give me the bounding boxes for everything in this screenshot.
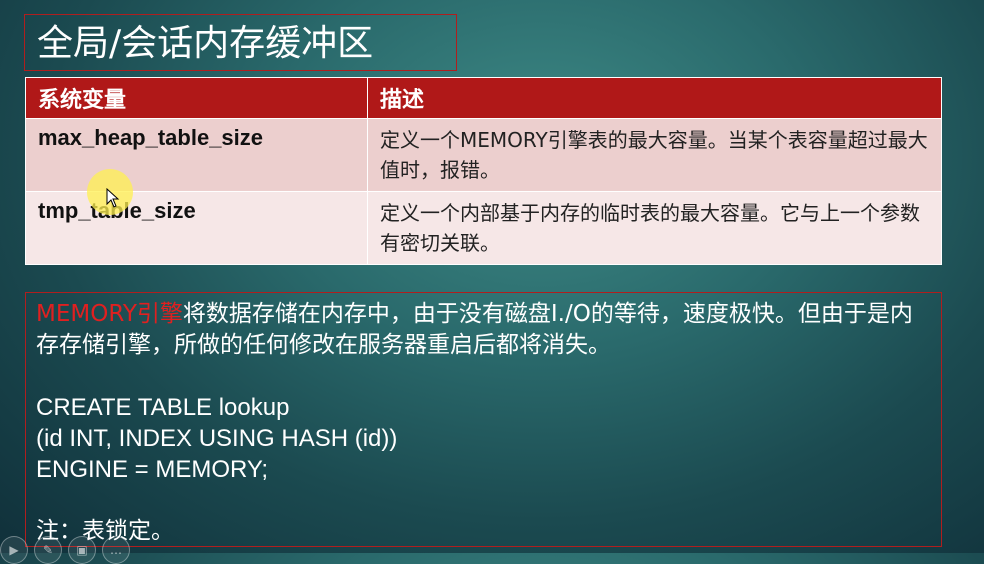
note-panel: MEMORY引擎将数据存储在内存中，由于没有磁盘I./O的等待，速度极快。但由于… <box>25 292 942 547</box>
header-variable: 系统变量 <box>25 77 368 119</box>
variable-name: tmp_table_size <box>25 191 368 265</box>
table-row: tmp_table_size 定义一个内部基于内存的临时表的最大容量。它与上一个… <box>25 191 942 265</box>
code-line: CREATE TABLE lookup <box>36 394 290 421</box>
more-icon[interactable]: … <box>102 536 130 564</box>
mouse-pointer-icon <box>106 188 120 208</box>
slideshow-controls: ▶ ✎ ▣ … <box>0 536 130 564</box>
table-header-row: 系统变量 描述 <box>25 77 942 119</box>
slide-title: 全局/会话内存缓冲区 <box>24 14 457 71</box>
play-icon[interactable]: ▶ <box>0 536 28 564</box>
pen-icon[interactable]: ✎ <box>34 536 62 564</box>
variable-name: max_heap_table_size <box>25 118 368 192</box>
slides-icon[interactable]: ▣ <box>68 536 96 564</box>
code-line: ENGINE = MEMORY; <box>36 456 269 483</box>
code-block: CREATE TABLE lookup (id INT, INDEX USING… <box>36 392 931 485</box>
variable-description: 定义一个内部基于内存的临时表的最大容量。它与上一个参数有密切关联。 <box>367 191 942 265</box>
note-highlight: MEMORY引擎 <box>36 301 183 327</box>
code-line: (id INT, INDEX USING HASH (id)) <box>36 425 398 452</box>
variables-table: 系统变量 描述 max_heap_table_size 定义一个MEMORY引擎… <box>25 77 942 265</box>
table-row: max_heap_table_size 定义一个MEMORY引擎表的最大容量。当… <box>25 118 942 192</box>
note-paragraph: MEMORY引擎将数据存储在内存中，由于没有磁盘I./O的等待，速度极快。但由于… <box>36 299 931 361</box>
note-footnote: 注：表锁定。 <box>36 518 174 544</box>
variable-description: 定义一个MEMORY引擎表的最大容量。当某个表容量超过最大值时，报错。 <box>367 118 942 192</box>
header-description: 描述 <box>367 77 942 119</box>
